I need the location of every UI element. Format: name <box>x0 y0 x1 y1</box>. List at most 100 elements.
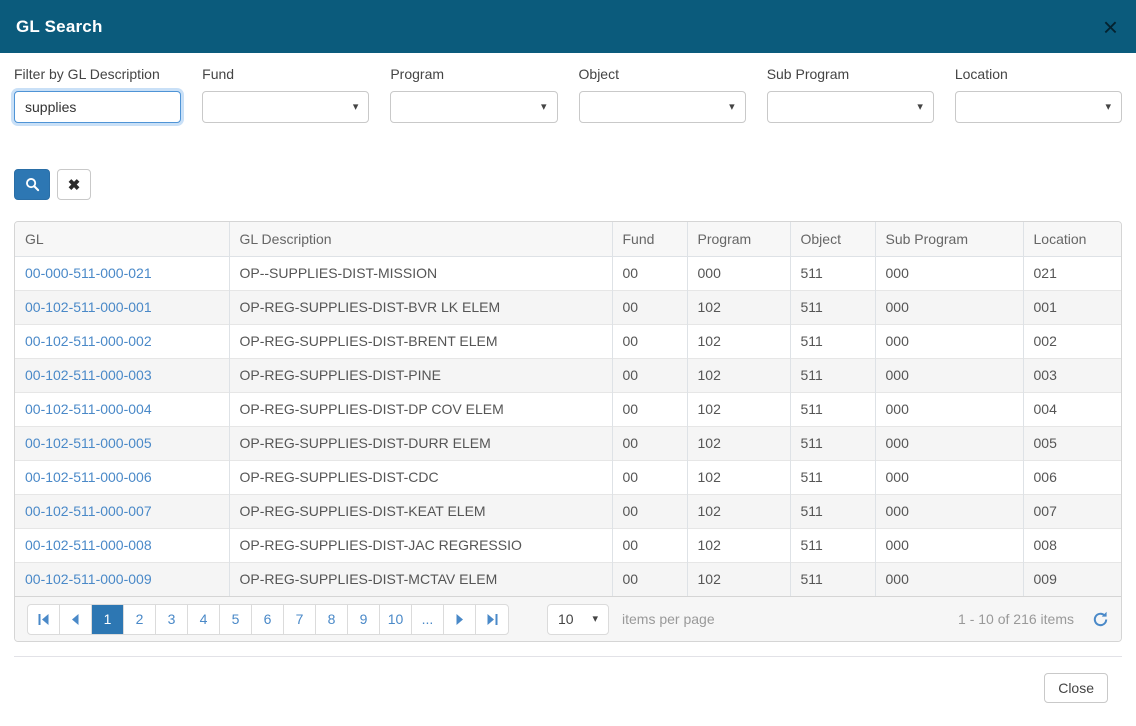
table-cell: 00 <box>612 324 687 358</box>
gl-link[interactable]: 00-102-511-000-003 <box>25 367 152 383</box>
search-button[interactable] <box>14 169 50 200</box>
table-cell: 511 <box>790 528 875 562</box>
clear-button[interactable]: ✖ <box>57 169 91 200</box>
filter-field-object: Object▾ <box>579 66 746 123</box>
chevron-down-icon: ▾ <box>917 100 923 113</box>
pager-page-8-button[interactable]: 8 <box>316 605 348 634</box>
filter-description-label: Filter by GL Description <box>14 66 181 82</box>
pager-page-1-button[interactable]: 1 <box>92 605 124 634</box>
gl-link[interactable]: 00-102-511-000-007 <box>25 503 152 519</box>
gl-link[interactable]: 00-102-511-000-002 <box>25 333 152 349</box>
gl-link[interactable]: 00-102-511-000-001 <box>25 299 152 315</box>
pager-right: 1 - 10 of 216 items <box>958 611 1109 628</box>
column-header-fund[interactable]: Fund <box>612 222 687 256</box>
gl-link[interactable]: 00-000-511-000-021 <box>25 265 152 281</box>
pager-last-button[interactable] <box>476 605 508 634</box>
table-cell: 009 <box>1023 562 1122 596</box>
pager-page-7-button[interactable]: 7 <box>284 605 316 634</box>
chevron-down-icon: ▾ <box>729 100 735 113</box>
pager-page-10-button[interactable]: 10 <box>380 605 412 634</box>
gl-description-input[interactable] <box>14 91 181 123</box>
table-cell: 511 <box>790 358 875 392</box>
table-row: 00-000-511-000-021 OP--SUPPLIES-DIST-MISS… <box>15 256 1122 290</box>
close-icon[interactable]: × <box>1101 14 1120 40</box>
gl-link[interactable]: 00-102-511-000-008 <box>25 537 152 553</box>
column-header-object[interactable]: Object <box>790 222 875 256</box>
items-per-page-select[interactable]: 10 ▾ <box>547 604 609 635</box>
column-header-gl[interactable]: GL <box>15 222 229 256</box>
modal-body: Filter by GL Description Fund▾Program▾Ob… <box>0 53 1136 703</box>
table-cell: OP-REG-SUPPLIES-DIST-PINE <box>229 358 612 392</box>
table-cell: OP-REG-SUPPLIES-DIST-MCTAV ELEM <box>229 562 612 596</box>
modal-title: GL Search <box>16 17 103 37</box>
pager-page-9-button[interactable]: 9 <box>348 605 380 634</box>
table-cell: 511 <box>790 290 875 324</box>
table-row: 00-102-511-000-001OP-REG-SUPPLIES-DIST-B… <box>15 290 1122 324</box>
gl-link[interactable]: 00-102-511-000-004 <box>25 401 152 417</box>
column-header-sub-program[interactable]: Sub Program <box>875 222 1023 256</box>
table-cell: 001 <box>1023 290 1122 324</box>
pager-page-2-button[interactable]: 2 <box>124 605 156 634</box>
location-dropdown[interactable]: ▾ <box>955 91 1122 123</box>
table-cell: 000 <box>875 460 1023 494</box>
filter-row: Filter by GL Description Fund▾Program▾Ob… <box>14 66 1122 123</box>
pager-page-3-button[interactable]: 3 <box>156 605 188 634</box>
table-cell: OP-REG-SUPPLIES-DIST-BRENT ELEM <box>229 324 612 358</box>
table-cell: 000 <box>875 528 1023 562</box>
gl-cell: 00-102-511-000-002 <box>15 324 229 358</box>
pager-first-button[interactable] <box>28 605 60 634</box>
table-header-row: GL GL Description Fund Program Object Su… <box>15 222 1122 256</box>
table-cell: 004 <box>1023 392 1122 426</box>
gl-link[interactable]: 00-102-511-000-006 <box>25 469 152 485</box>
fund-dropdown[interactable]: ▾ <box>202 91 369 123</box>
table-cell: 000 <box>875 290 1023 324</box>
table-cell: 511 <box>790 460 875 494</box>
sub-program-dropdown[interactable]: ▾ <box>767 91 934 123</box>
chevron-down-icon: ▾ <box>541 100 547 113</box>
table-cell: 00 <box>612 256 687 290</box>
table-row: 00-102-511-000-005 OP-REG-SUPPLIES-DIST-D… <box>15 426 1122 460</box>
table-row: 00-102-511-000-007OP-REG-SUPPLIES-DIST-K… <box>15 494 1122 528</box>
pager-summary: 1 - 10 of 216 items <box>958 611 1074 627</box>
chevron-down-icon: ▾ <box>353 100 359 113</box>
pager-more-button[interactable]: ... <box>412 605 444 634</box>
gl-cell: 00-102-511-000-007 <box>15 494 229 528</box>
pager-page-4-button[interactable]: 4 <box>188 605 220 634</box>
object-dropdown[interactable]: ▾ <box>579 91 746 123</box>
gl-cell: 00-000-511-000-021 <box>15 256 229 290</box>
column-header-program[interactable]: Program <box>687 222 790 256</box>
table-cell: 005 <box>1023 426 1122 460</box>
pager-page-6-button[interactable]: 6 <box>252 605 284 634</box>
gl-cell: 00-102-511-000-003 <box>15 358 229 392</box>
gl-link[interactable]: 00-102-511-000-005 <box>25 435 152 451</box>
table-cell: 102 <box>687 562 790 596</box>
table-cell: 511 <box>790 324 875 358</box>
action-row: ✖ <box>14 169 1122 200</box>
table-cell: 00 <box>612 290 687 324</box>
gl-link[interactable]: 00-102-511-000-009 <box>25 571 152 587</box>
gl-cell: 00-102-511-000-006 <box>15 460 229 494</box>
table-cell: OP--SUPPLIES-DIST-MISSION <box>229 256 612 290</box>
pager-buttons: 12345678910 ... <box>27 604 509 635</box>
gl-cell: 00-102-511-000-008 <box>15 528 229 562</box>
close-button[interactable]: Close <box>1044 673 1108 703</box>
table-cell: 102 <box>687 460 790 494</box>
items-per-page-value: 10 <box>558 611 574 627</box>
table-cell: OP-REG-SUPPLIES-DIST-DURR ELEM <box>229 426 612 460</box>
pager-page-5-button[interactable]: 5 <box>220 605 252 634</box>
column-header-gl-description[interactable]: GL Description <box>229 222 612 256</box>
column-header-location[interactable]: Location <box>1023 222 1122 256</box>
table-cell: OP-REG-SUPPLIES-DIST-CDC <box>229 460 612 494</box>
table-cell: 00 <box>612 392 687 426</box>
table-cell: 000 <box>875 494 1023 528</box>
table-cell: OP-REG-SUPPLIES-DIST-DP COV ELEM <box>229 392 612 426</box>
table-cell: 102 <box>687 426 790 460</box>
pager-next-button[interactable] <box>444 605 476 634</box>
table-cell: 007 <box>1023 494 1122 528</box>
program-dropdown[interactable]: ▾ <box>390 91 557 123</box>
gl-cell: 00-102-511-000-009 <box>15 562 229 596</box>
pager-prev-button[interactable] <box>60 605 92 634</box>
table-cell: 003 <box>1023 358 1122 392</box>
table-cell: 00 <box>612 426 687 460</box>
refresh-icon[interactable] <box>1092 611 1109 628</box>
